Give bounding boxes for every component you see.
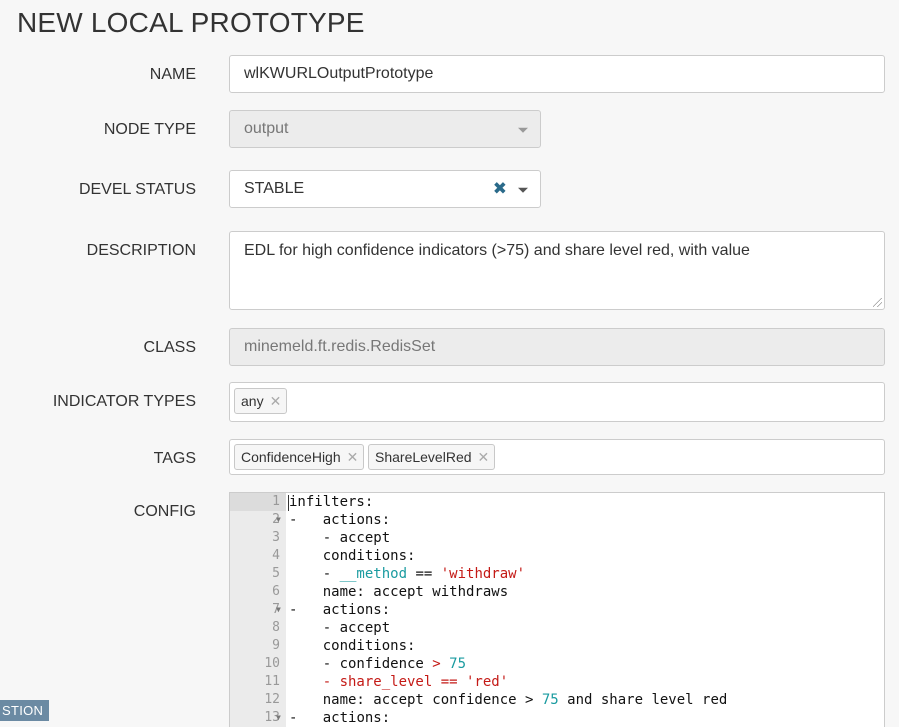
chevron-down-icon bbox=[518, 127, 528, 133]
code-text: - share_level == 'red' bbox=[322, 674, 509, 690]
line-number: 10 bbox=[264, 656, 280, 671]
line-number: 4 bbox=[272, 548, 280, 563]
devel-status-label: DEVEL STATUS bbox=[78, 181, 196, 198]
class-input: minemeld.ft.redis.RedisSet bbox=[229, 328, 885, 366]
devel-status-value: STABLE bbox=[244, 180, 305, 197]
line-number: 5 bbox=[272, 566, 280, 581]
code-line: 12 name: accept confidence > 75 and shar… bbox=[230, 691, 884, 709]
tag-label: any bbox=[241, 393, 264, 409]
chevron-down-icon[interactable] bbox=[518, 187, 528, 193]
line-number: 7 bbox=[272, 602, 280, 617]
code-line: 11 - share_level == 'red' bbox=[230, 673, 884, 691]
remove-tag-icon[interactable]: ✕ bbox=[478, 449, 490, 466]
code-text: - actions: bbox=[289, 602, 391, 618]
page-title: NEW LOCAL PROTOTYPE bbox=[17, 7, 365, 38]
code-line: 9 conditions: bbox=[230, 637, 884, 655]
node-type-label: NODE TYPE bbox=[103, 121, 196, 138]
node-type-value: output bbox=[244, 120, 289, 137]
line-number: 6 bbox=[272, 584, 280, 599]
code-text: - __method == 'withdraw' bbox=[322, 566, 526, 582]
name-input[interactable]: wlKWURLOutputPrototype bbox=[229, 55, 885, 93]
code-text: name: accept withdraws bbox=[322, 584, 509, 600]
code-text: conditions: bbox=[322, 638, 416, 654]
code-line: 13 ▼ - actions: bbox=[230, 709, 884, 727]
code-line: 6 name: accept withdraws bbox=[230, 583, 884, 601]
code-text: conditions: bbox=[322, 548, 416, 564]
code-line: 1 infilters: bbox=[230, 493, 884, 511]
code-text: - confidence > 75 bbox=[322, 656, 467, 672]
code-line: 10 - confidence > 75 bbox=[230, 655, 884, 673]
description-textarea[interactable]: EDL for high confidence indicators (>75)… bbox=[229, 231, 885, 310]
code-line: 2 ▼ - actions: bbox=[230, 511, 884, 529]
indicator-types-label: INDICATOR TYPES bbox=[52, 393, 196, 410]
code-text: name: accept confidence > 75 and share l… bbox=[322, 692, 728, 708]
tag-chip: any ✕ bbox=[234, 388, 288, 414]
name-label: NAME bbox=[149, 66, 196, 83]
devel-status-select[interactable]: STABLE ✖ bbox=[229, 170, 541, 208]
remove-tag-icon[interactable]: ✕ bbox=[347, 449, 359, 466]
description-value: EDL for high confidence indicators (>75)… bbox=[244, 242, 750, 259]
tags-label: TAGS bbox=[153, 450, 196, 467]
line-number: 9 bbox=[272, 638, 280, 653]
indicator-types-input[interactable]: any ✕ bbox=[229, 382, 885, 422]
config-label: CONFIG bbox=[133, 503, 196, 520]
fold-arrow-icon[interactable]: ▼ bbox=[276, 709, 281, 727]
node-type-select[interactable]: output bbox=[229, 110, 541, 148]
code-line: 7 ▼ - actions: bbox=[230, 601, 884, 619]
tag-label: ConfidenceHigh bbox=[241, 449, 341, 465]
line-number: 11 bbox=[264, 674, 280, 689]
resize-handle-icon[interactable] bbox=[873, 298, 882, 307]
clear-icon[interactable]: ✖ bbox=[493, 180, 507, 197]
line-number: 8 bbox=[272, 620, 280, 635]
description-label: DESCRIPTION bbox=[86, 242, 196, 259]
code-line: 8 - accept bbox=[230, 619, 884, 637]
code-text: - actions: bbox=[289, 512, 391, 528]
fold-arrow-icon[interactable]: ▼ bbox=[276, 601, 281, 619]
line-number: 12 bbox=[264, 692, 280, 707]
code-text: - accept bbox=[322, 620, 391, 636]
name-input-value: wlKWURLOutputPrototype bbox=[244, 65, 434, 82]
tag-chip: ConfidenceHigh ✕ bbox=[234, 444, 365, 470]
class-value: minemeld.ft.redis.RedisSet bbox=[244, 338, 436, 355]
code-text: - accept bbox=[322, 530, 391, 546]
tag-chip: ShareLevelRed ✕ bbox=[368, 444, 496, 470]
config-code-editor[interactable]: 1 infilters: 2 ▼ - actions: 3 - accept 4… bbox=[229, 492, 885, 727]
remove-tag-icon[interactable]: ✕ bbox=[270, 393, 282, 410]
code-line: 5 - __method == 'withdraw' bbox=[230, 565, 884, 583]
suggestion-tab[interactable]: STION bbox=[0, 700, 50, 721]
code-line: 4 conditions: bbox=[230, 547, 884, 565]
tags-input[interactable]: ConfidenceHigh ✕ ShareLevelRed ✕ bbox=[229, 439, 885, 475]
line-number: 1 bbox=[272, 494, 280, 509]
code-text: infilters: bbox=[289, 494, 374, 510]
class-label: CLASS bbox=[143, 339, 196, 356]
fold-arrow-icon[interactable]: ▼ bbox=[276, 511, 281, 529]
line-number: 2 bbox=[272, 512, 280, 527]
line-number: 3 bbox=[272, 530, 280, 545]
tag-label: ShareLevelRed bbox=[375, 449, 472, 465]
line-number: 13 bbox=[264, 710, 280, 725]
code-line: 3 - accept bbox=[230, 529, 884, 547]
code-text: - actions: bbox=[289, 710, 391, 726]
